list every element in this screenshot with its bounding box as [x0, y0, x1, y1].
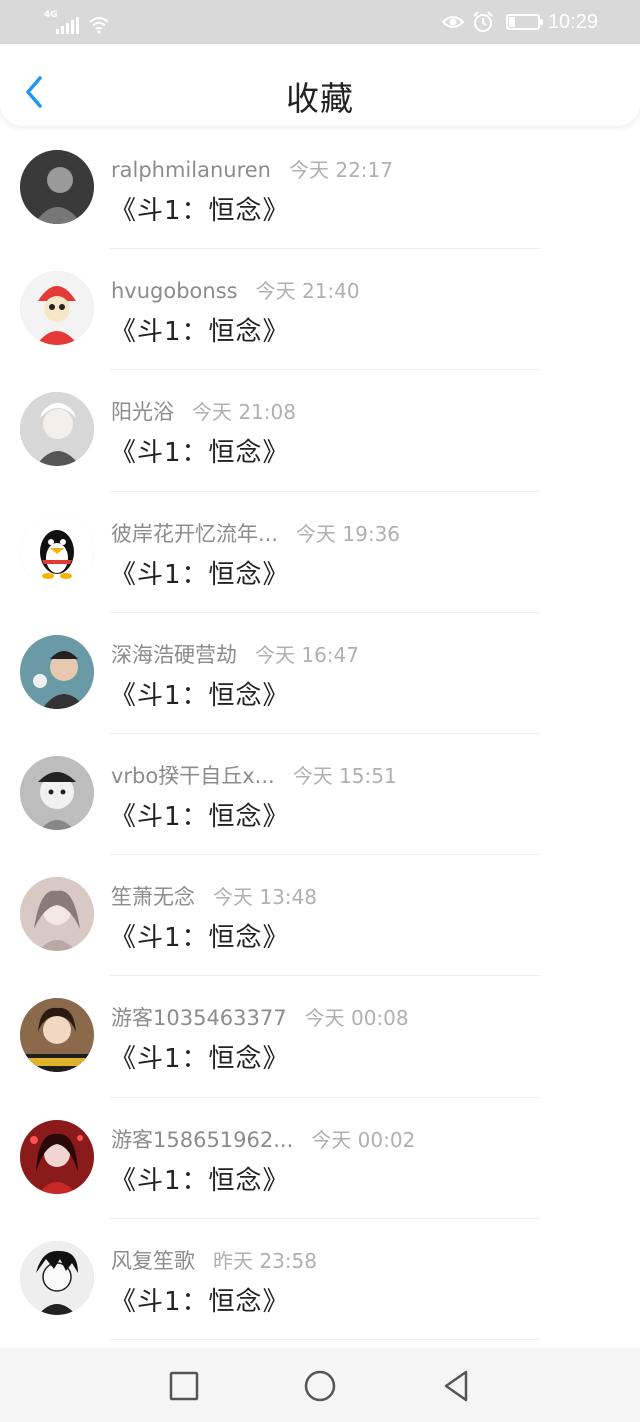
item-title: 《斗1：恒念》 [110, 1286, 290, 1317]
item-meta: 深海浩硬营劫 今天 16:47 [111, 639, 359, 669]
username: 风复笙歌 [111, 1248, 195, 1273]
avatar[interactable] [20, 271, 94, 346]
list-item[interactable]: 彼岸花开忆流年... 今天 19:36 《斗1：恒念》 [0, 492, 640, 613]
avatar-image [20, 392, 94, 467]
item-meta: ralphmilanuren 今天 22:17 [111, 154, 393, 183]
timestamp: 今天 21:08 [192, 400, 296, 425]
list-item[interactable]: 阳光浴 今天 21:08 《斗1：恒念》 [0, 370, 640, 492]
status-time: 10:29 [547, 10, 598, 33]
item-title: 《斗1：恒念》 [110, 1165, 290, 1196]
avatar[interactable] [20, 755, 94, 830]
timestamp: 今天 22:17 [289, 158, 393, 182]
list-item[interactable]: 风复笙歌 昨天 23:58 《斗1：恒念》 [0, 1219, 640, 1340]
list-item[interactable]: ralphmilanuren 今天 22:17 《斗1：恒念》 [0, 128, 640, 250]
avatar-image [20, 998, 94, 1073]
system-nav-bar [0, 1348, 640, 1422]
avatar-image [20, 1240, 94, 1315]
item-meta: 游客158651962... 今天 00:02 [111, 1124, 415, 1154]
item-title: 《斗1：恒念》 [110, 801, 290, 832]
avatar[interactable] [20, 513, 94, 588]
list-item[interactable]: 游客158651962... 今天 00:02 《斗1：恒念》 [0, 1098, 640, 1219]
timestamp: 今天 15:51 [292, 763, 397, 788]
avatar-image [20, 755, 94, 830]
username: 游客158651962... [111, 1127, 294, 1152]
username: vrbo揆干自丘x... [111, 763, 275, 788]
username: 彼岸花开忆流年... [111, 521, 279, 546]
page-title: 收藏 [286, 79, 354, 118]
network-type: 4G [44, 10, 58, 20]
battery-icon [505, 14, 543, 30]
list-item[interactable]: 笙萧无念 今天 13:48 《斗1：恒念》 [0, 855, 640, 977]
list-item[interactable]: 深海浩硬营劫 今天 16:47 《斗1：恒念》 [0, 613, 640, 734]
triangle-back-icon[interactable] [438, 1368, 474, 1404]
avatar-image [20, 271, 94, 346]
item-title: 《斗1：恒念》 [110, 1044, 290, 1075]
header: 收藏 [0, 44, 640, 126]
square-recents-icon[interactable] [166, 1368, 202, 1404]
eye-icon [441, 16, 464, 28]
status-bar: 4G 10:29 [0, 0, 640, 44]
avatar-image [20, 513, 94, 588]
avatar[interactable] [20, 150, 94, 224]
item-meta: hvugobonss 今天 21:40 [111, 275, 360, 304]
avatar-image [20, 1119, 94, 1194]
divider [110, 1338, 540, 1340]
list-item[interactable]: 游客1035463377 今天 00:08 《斗1：恒念》 [0, 976, 640, 1098]
username: hvugobonss [111, 279, 238, 304]
item-title: 《斗1：恒念》 [110, 196, 290, 226]
item-title: 《斗1：恒念》 [110, 559, 290, 590]
avatar[interactable] [20, 1240, 94, 1315]
username: 深海浩硬营劫 [111, 642, 237, 667]
username: 阳光浴 [111, 400, 174, 425]
signal-icon [56, 16, 79, 34]
username: 笙萧无念 [111, 885, 195, 910]
username: ralphmilanuren [111, 158, 271, 182]
list-item[interactable]: vrbo揆干自丘x... 今天 15:51 《斗1：恒念》 [0, 734, 640, 856]
alarm-icon [473, 11, 493, 32]
battery-fill [508, 17, 515, 27]
item-meta: 风复笙歌 昨天 23:58 [111, 1245, 317, 1275]
avatar[interactable] [20, 634, 94, 709]
timestamp: 今天 00:08 [304, 1006, 409, 1031]
avatar[interactable] [20, 392, 94, 467]
item-title: 《斗1：恒念》 [110, 680, 290, 711]
item-title: 《斗1：恒念》 [110, 317, 290, 348]
timestamp: 昨天 23:58 [213, 1248, 317, 1273]
timestamp: 今天 13:48 [213, 885, 317, 910]
timestamp: 今天 19:36 [296, 521, 401, 546]
avatar-image [20, 877, 94, 952]
item-title: 《斗1：恒念》 [110, 923, 290, 954]
timestamp: 今天 16:47 [255, 642, 359, 667]
avatar[interactable] [20, 1119, 94, 1194]
circle-home-icon[interactable] [302, 1368, 338, 1404]
avatar[interactable] [20, 998, 94, 1073]
avatar[interactable] [20, 877, 94, 952]
wifi-icon [89, 17, 109, 34]
item-title: 《斗1：恒念》 [110, 438, 290, 469]
status-right: 10:29 [441, 8, 598, 36]
list-item[interactable]: hvugobonss 今天 21:40 《斗1：恒念》 [0, 249, 640, 371]
item-meta: 阳光浴 今天 21:08 [111, 396, 296, 426]
item-meta: 彼岸花开忆流年... 今天 19:36 [111, 518, 400, 548]
item-meta: 游客1035463377 今天 00:08 [111, 1002, 409, 1032]
item-meta: vrbo揆干自丘x... 今天 15:51 [111, 760, 397, 790]
timestamp: 今天 21:40 [255, 279, 360, 304]
status-left: 4G [44, 10, 109, 34]
avatar-image [20, 150, 94, 224]
username: 游客1035463377 [111, 1006, 287, 1031]
favorites-list: ralphmilanuren 今天 22:17 《斗1：恒念》 hvugobon… [0, 128, 640, 1340]
item-meta: 笙萧无念 今天 13:48 [111, 881, 317, 911]
avatar-image [20, 634, 94, 709]
timestamp: 今天 00:02 [311, 1127, 416, 1152]
